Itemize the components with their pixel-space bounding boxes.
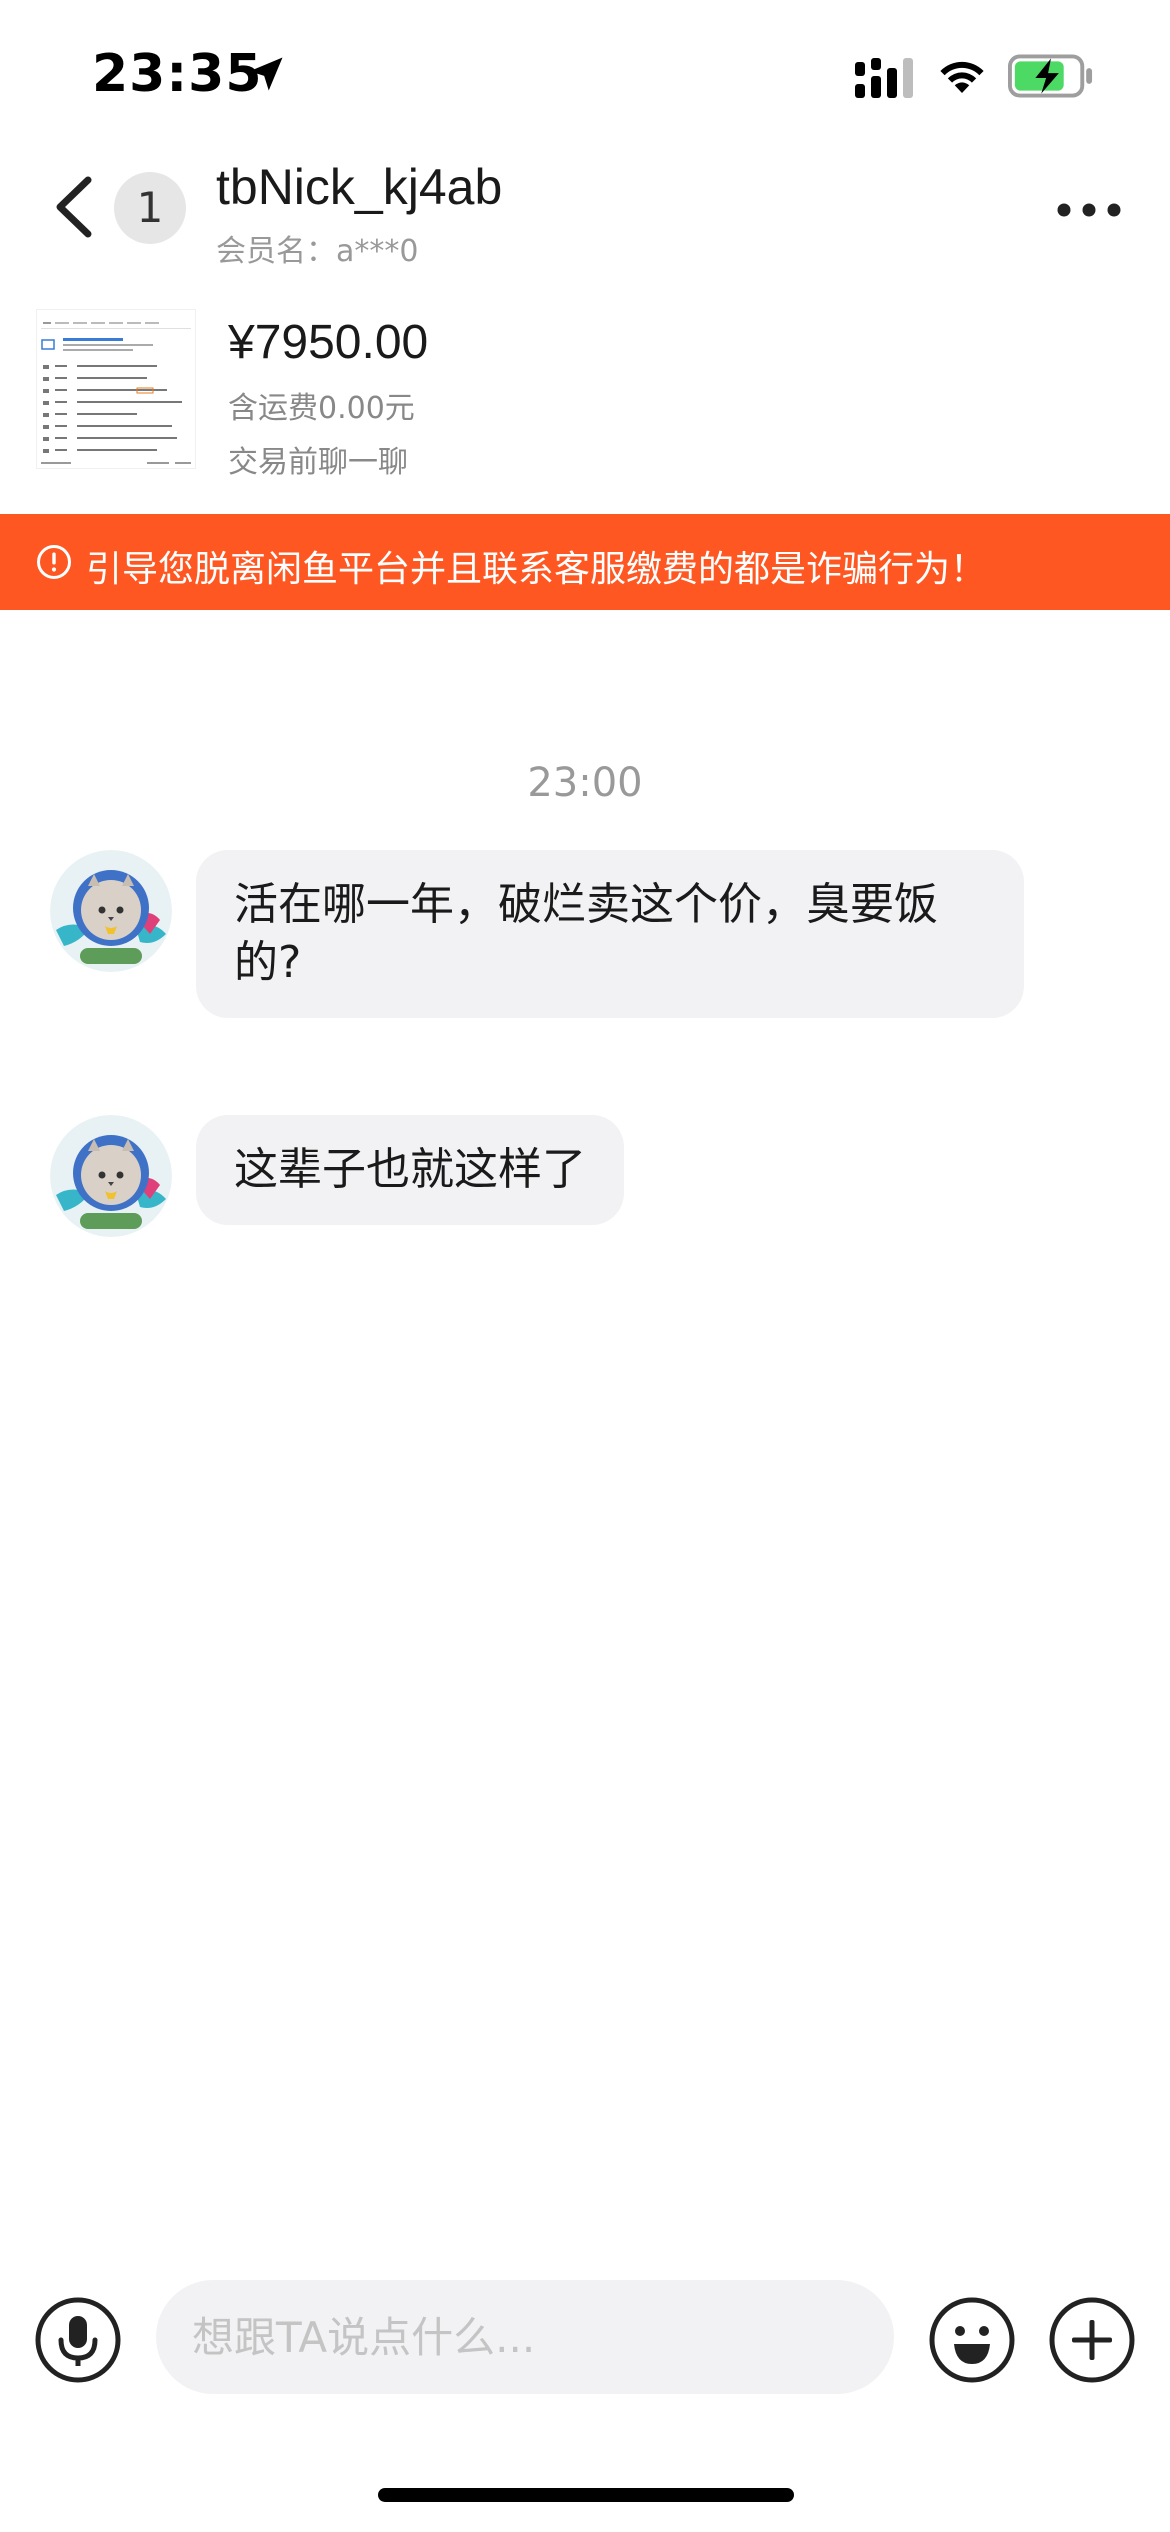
product-thumbnail[interactable] (36, 309, 196, 469)
plus-circle-icon[interactable] (1048, 2296, 1136, 2384)
alert-circle-icon (37, 545, 71, 579)
wifi-icon (940, 61, 984, 93)
product-price: ¥7950.00 (228, 316, 429, 369)
home-indicator[interactable] (378, 2488, 794, 2502)
member-name: 会员名：a***0 (216, 234, 419, 269)
warning-text: 引导您脱离闲鱼平台并且联系客服缴费的都是诈骗行为！ (86, 549, 987, 590)
chat-header: 1 tbNick_kj4ab 会员名：a***0 (0, 150, 1170, 280)
fraud-warning-banner: 引导您脱离闲鱼平台并且联系客服缴费的都是诈骗行为！ (0, 514, 1170, 610)
product-screenshot-image (37, 310, 195, 468)
battery-charging-icon (1008, 54, 1093, 98)
message-timestamp: 23:00 (527, 760, 643, 806)
product-shipping: 含运费0.00元 (228, 391, 415, 426)
message-bubble[interactable]: 这辈子也就这样了 (196, 1115, 624, 1225)
unread-badge[interactable]: 1 (114, 172, 186, 244)
chevron-left-icon[interactable] (48, 174, 100, 240)
transaction-status: 交易前聊一聊 (228, 445, 408, 480)
cat-astronaut-avatar-image (50, 850, 172, 972)
message-bubble[interactable]: 活在哪一年，破烂卖这个价，臭要饭的? (196, 850, 1024, 1018)
signal-icon (855, 58, 913, 98)
status-time: 23:35 (92, 44, 263, 104)
avatar[interactable] (50, 850, 172, 972)
status-bar: 23:35 (0, 0, 1170, 150)
cat-astronaut-avatar-image (50, 1115, 172, 1237)
more-dots-icon[interactable] (1056, 200, 1122, 220)
message-input-bar (0, 2270, 1170, 2410)
avatar[interactable] (50, 1115, 172, 1237)
microphone-icon[interactable] (34, 2296, 122, 2384)
product-card[interactable]: ¥7950.00 含运费0.00元 交易前聊一聊 (0, 295, 1170, 495)
location-arrow-icon (249, 57, 283, 91)
message-input[interactable] (156, 2280, 894, 2394)
chat-partner-nickname[interactable]: tbNick_kj4ab (216, 158, 502, 216)
emoji-icon[interactable] (928, 2296, 1016, 2384)
chat-messages[interactable]: 23:00 活在哪一年，破烂卖这个价，臭要饭的? 这辈子也就这样了 (0, 610, 1170, 2260)
